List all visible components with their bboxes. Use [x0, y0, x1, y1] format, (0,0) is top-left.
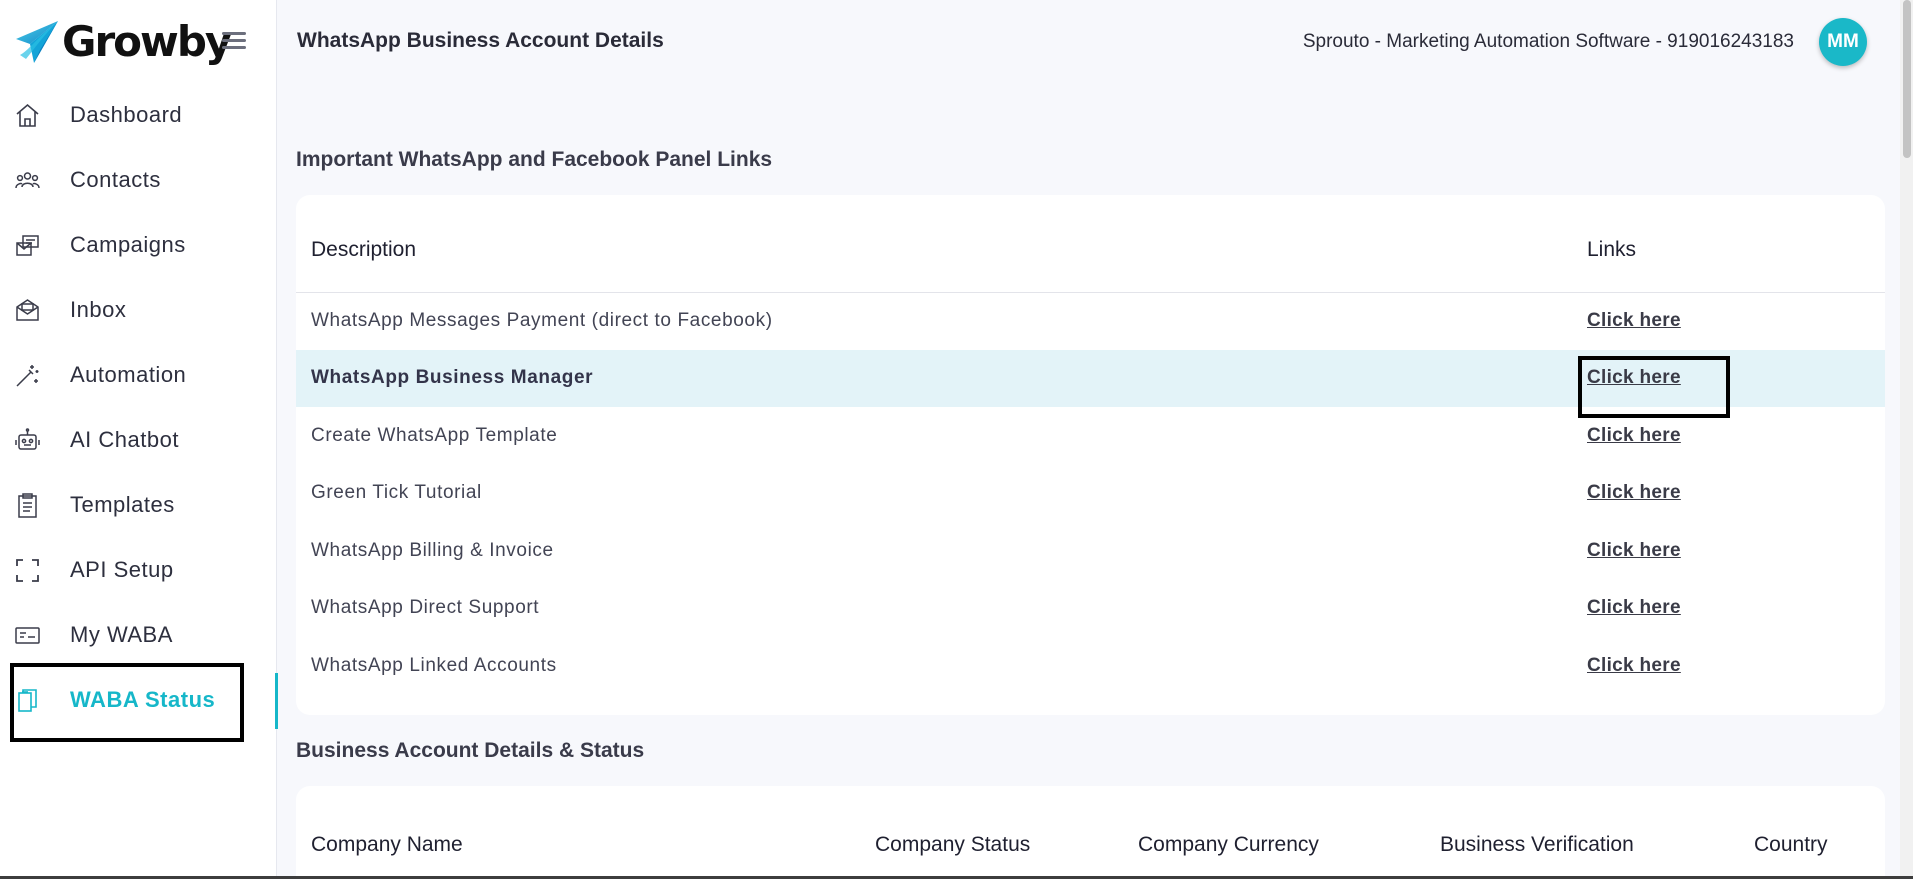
details-table-header: Company Name Company Status Company Curr…: [296, 786, 1885, 879]
active-indicator: [275, 673, 278, 729]
scrollbar-thumb[interactable]: [1903, 0, 1911, 158]
column-header-links: Links: [1587, 195, 1885, 293]
sidebar-item-waba-status[interactable]: WABA Status: [0, 667, 278, 732]
sidebar-item-api-setup[interactable]: API Setup: [0, 537, 277, 602]
table-row: Create WhatsApp Template Click here: [296, 407, 1885, 465]
sidebar: Growby Dashboard Contacts Campaigns Inbo…: [0, 0, 278, 879]
sidebar-item-dashboard[interactable]: Dashboard: [0, 82, 277, 147]
links-table: Description Links WhatsApp Messages Paym…: [296, 195, 1885, 695]
column-header-business-verification: Business Verification: [1440, 833, 1634, 856]
contacts-icon: [14, 167, 41, 194]
sidebar-item-label: Automation: [70, 361, 187, 387]
click-here-link[interactable]: Click here: [1587, 310, 1681, 331]
top-header: WhatsApp Business Account Details Sprout…: [278, 0, 1913, 84]
click-here-link[interactable]: Click here: [1587, 367, 1681, 388]
sidebar-item-label: Inbox: [70, 296, 127, 322]
sidebar-item-label: Campaigns: [70, 231, 186, 257]
home-icon: [14, 102, 41, 129]
click-here-link[interactable]: Click here: [1587, 655, 1681, 676]
hamburger-menu-icon[interactable]: [222, 32, 246, 52]
brand-name: Growby: [62, 17, 232, 66]
sidebar-item-label: Dashboard: [70, 101, 183, 127]
copy-clipboard-icon: [14, 687, 41, 714]
sidebar-item-label: AI Chatbot: [70, 426, 179, 452]
frame-corners-icon: [14, 557, 41, 584]
robot-icon: [14, 427, 41, 454]
sidebar-item-label: API Setup: [70, 556, 174, 582]
column-header-description: Description: [296, 195, 1587, 293]
campaigns-icon: [14, 232, 41, 259]
id-card-icon: [14, 622, 41, 649]
click-here-link[interactable]: Click here: [1587, 540, 1681, 561]
sidebar-item-label: Templates: [70, 491, 175, 517]
links-section-title: Important WhatsApp and Facebook Panel Li…: [296, 148, 773, 171]
account-name[interactable]: Sprouto - Marketing Automation Software …: [1303, 31, 1794, 53]
row-description: WhatsApp Business Manager: [296, 349, 1587, 407]
row-description: Create WhatsApp Template: [311, 424, 558, 446]
table-row-highlighted: WhatsApp Business Manager Click here: [296, 349, 1885, 407]
column-header-company-currency: Company Currency: [1138, 833, 1319, 856]
inbox-icon: [14, 297, 41, 324]
click-here-link[interactable]: Click here: [1587, 482, 1681, 503]
sidebar-item-automation[interactable]: Automation: [0, 342, 277, 407]
brand-logo[interactable]: Growby: [14, 16, 232, 68]
sidebar-item-ai-chatbot[interactable]: AI Chatbot: [0, 407, 277, 472]
page-scrollbar[interactable]: [1900, 0, 1913, 879]
page-title: WhatsApp Business Account Details: [297, 29, 664, 52]
column-header-country: Country: [1754, 833, 1828, 856]
sidebar-item-campaigns[interactable]: Campaigns: [0, 212, 277, 277]
sidebar-item-label: WABA Status: [70, 686, 216, 712]
column-header-company-name: Company Name: [311, 833, 463, 856]
sidebar-item-label: My WABA: [70, 621, 173, 647]
sidebar-item-inbox[interactable]: Inbox: [0, 277, 277, 342]
column-header-company-status: Company Status: [875, 833, 1031, 856]
details-card: Company Name Company Status Company Curr…: [296, 786, 1885, 879]
sidebar-item-contacts[interactable]: Contacts: [0, 147, 277, 212]
table-row: WhatsApp Messages Payment (direct to Fac…: [296, 292, 1885, 350]
row-description: WhatsApp Billing & Invoice: [311, 539, 554, 561]
sidebar-item-label: Contacts: [70, 166, 161, 192]
table-row: WhatsApp Direct Support Click here: [296, 580, 1885, 638]
table-row: WhatsApp Billing & Invoice Click here: [296, 522, 1885, 580]
table-header-row: Description Links: [296, 195, 1885, 293]
sidebar-nav: Dashboard Contacts Campaigns Inbox Autom…: [0, 82, 278, 732]
row-description: WhatsApp Linked Accounts: [311, 654, 557, 676]
sidebar-item-my-waba[interactable]: My WABA: [0, 602, 277, 667]
table-row: Green Tick Tutorial Click here: [296, 465, 1885, 523]
details-section-title: Business Account Details & Status: [296, 739, 645, 762]
row-description: WhatsApp Messages Payment (direct to Fac…: [311, 310, 773, 331]
sidebar-item-templates[interactable]: Templates: [0, 472, 277, 537]
row-description: WhatsApp Direct Support: [311, 597, 540, 619]
clipboard-icon: [14, 492, 41, 519]
table-row: WhatsApp Linked Accounts Click here: [296, 637, 1885, 695]
row-description: Green Tick Tutorial: [311, 482, 482, 504]
avatar[interactable]: MM: [1819, 18, 1867, 66]
links-card: Description Links WhatsApp Messages Paym…: [296, 195, 1885, 715]
click-here-link[interactable]: Click here: [1587, 425, 1681, 446]
paper-plane-logo-icon: [16, 21, 58, 63]
click-here-link[interactable]: Click here: [1587, 597, 1681, 618]
automation-wand-icon: [14, 362, 41, 389]
